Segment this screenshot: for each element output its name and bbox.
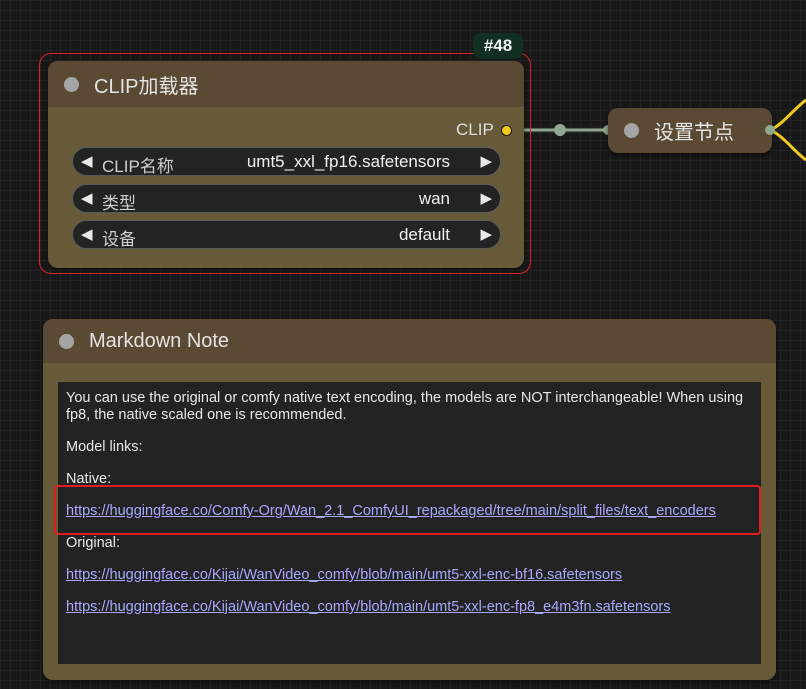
set-node-output-dot-icon[interactable]: [765, 125, 775, 135]
output-link-wire: [770, 98, 806, 132]
left-arrow-icon[interactable]: ◀: [81, 152, 93, 170]
original-link[interactable]: https://huggingface.co/Kijai/WanVideo_co…: [66, 567, 622, 583]
original-heading: Original:: [66, 535, 120, 551]
output-link-wire: [770, 128, 806, 162]
model-links-heading: Model links:: [66, 439, 143, 455]
clip-output-label: CLIP: [456, 120, 494, 139]
left-arrow-icon[interactable]: ◀: [81, 189, 93, 207]
clip-loader-title: CLIP加载器: [94, 75, 199, 98]
clip-name-label: CLIP名称: [102, 157, 174, 176]
left-arrow-icon[interactable]: ◀: [81, 225, 93, 243]
set-node-title: 设置节点: [654, 122, 734, 144]
device-value: default: [398, 225, 450, 244]
clip-output-dot-icon[interactable]: [500, 124, 512, 136]
clip-name-combo[interactable]: ◀ CLIP名称 umt5_xxl_fp16.safetensors ▶: [72, 147, 501, 176]
set-node[interactable]: 设置节点: [608, 108, 772, 153]
right-arrow-icon[interactable]: ▶: [480, 225, 492, 243]
node-id-badge: #48: [473, 33, 523, 59]
right-arrow-icon[interactable]: ▶: [480, 152, 492, 170]
clip-loader-header[interactable]: CLIP加载器: [48, 61, 524, 107]
original-link[interactable]: https://huggingface.co/Kijai/WanVideo_co…: [66, 599, 671, 615]
collapse-dot-icon[interactable]: [64, 76, 79, 92]
device-label: 设备: [102, 230, 136, 249]
markdown-note-title: Markdown Note: [89, 329, 230, 352]
type-label: 类型: [102, 194, 136, 213]
type-combo[interactable]: ◀ 类型 wan ▶: [72, 184, 501, 213]
device-combo[interactable]: ◀ 设备 default ▶: [72, 220, 501, 249]
intro-text: You can use the original or comfy native…: [66, 390, 744, 423]
clip-name-value: umt5_xxl_fp16.safetensors: [246, 152, 450, 171]
collapse-dot-icon[interactable]: [59, 333, 74, 349]
clip-output-slot[interactable]: CLIP: [456, 119, 512, 141]
collapse-dot-icon[interactable]: [624, 123, 639, 138]
right-arrow-icon[interactable]: ▶: [480, 189, 492, 207]
markdown-note-header[interactable]: Markdown Note: [43, 319, 776, 363]
highlight-box: [54, 485, 761, 535]
type-value: wan: [418, 189, 450, 208]
link-reroute-point: [554, 124, 566, 136]
